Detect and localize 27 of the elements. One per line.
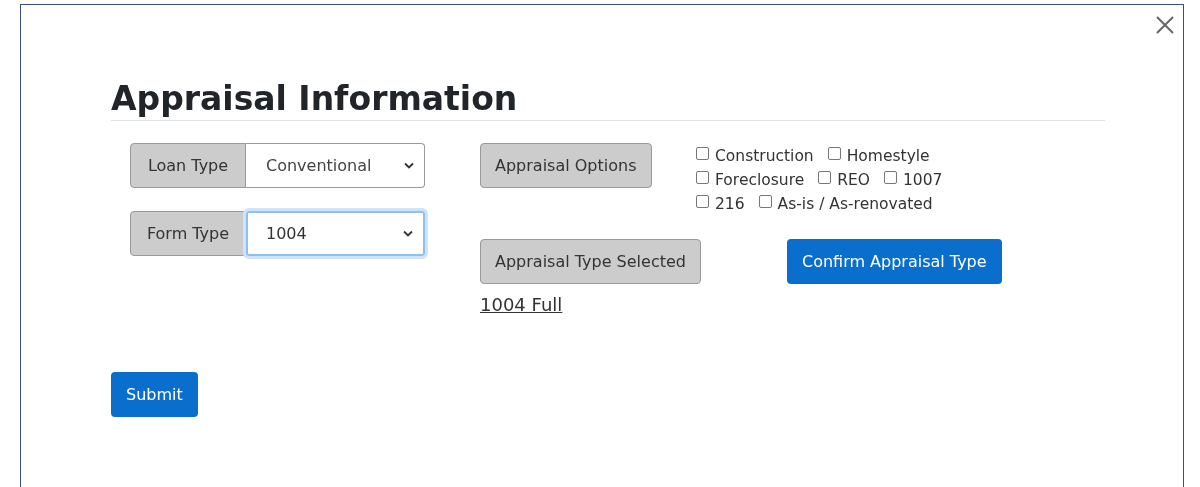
dialog-title: Appraisal Information: [111, 79, 1105, 121]
close-icon[interactable]: [1155, 15, 1175, 35]
checkbox[interactable]: [883, 170, 897, 184]
submit-button[interactable]: Submit: [111, 372, 198, 417]
checkbox-label: Construction: [715, 147, 814, 165]
select-field[interactable]: Conventional: [246, 143, 425, 188]
checkbox-label: 216: [715, 195, 745, 213]
checkbox[interactable]: [818, 170, 832, 184]
caret-icon: [403, 230, 413, 237]
checkbox-label: REO: [837, 171, 870, 189]
checkbox[interactable]: [827, 146, 841, 160]
checkbox-label: 1007: [902, 171, 943, 189]
checkbox-label: As-is / As-renovated: [777, 195, 933, 213]
appraisal-type-button[interactable]: Appraisal Type Selected: [480, 239, 701, 284]
checkbox[interactable]: [696, 146, 709, 160]
checkbox[interactable]: [758, 194, 772, 208]
checkbox[interactable]: [696, 170, 709, 184]
checkbox[interactable]: [696, 194, 709, 208]
confirm-button[interactable]: Confirm Appraisal Type: [786, 239, 1002, 284]
selected-appraisal-type: 1004 Full: [480, 294, 563, 315]
select-field[interactable]: 1004: [246, 211, 425, 256]
field-label: Loan Type: [130, 143, 246, 188]
caret-icon: [404, 162, 414, 169]
appraisal-options-button[interactable]: Appraisal Options: [480, 143, 652, 188]
checkbox-label: Foreclosure: [715, 171, 805, 189]
field-label: Form Type: [130, 211, 246, 256]
checkbox-label: Homestyle: [846, 147, 930, 165]
